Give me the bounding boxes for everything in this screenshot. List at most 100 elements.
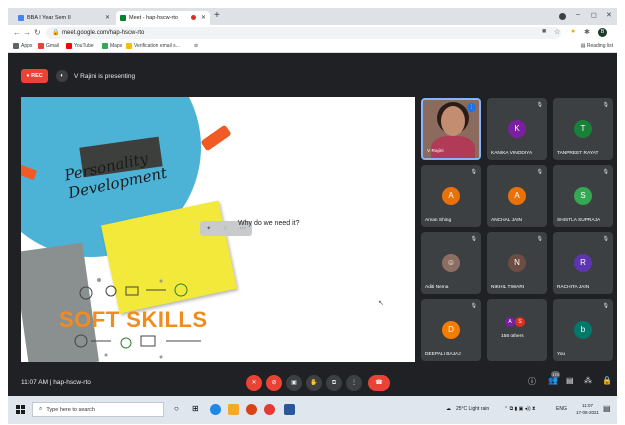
participant-name: KANIKA VINODIYA	[491, 151, 533, 156]
participant-name: Aditi Nema	[425, 285, 449, 290]
participant-tile-self[interactable]: ⋮ V Rajini	[421, 98, 481, 160]
participant-tile[interactable]: 🎙 D DEEPALI BAJAJ	[421, 299, 481, 361]
word-icon[interactable]	[284, 404, 295, 415]
info-icon[interactable]: ⓘ	[528, 376, 536, 387]
participant-tile-you[interactable]: 🎙 b You	[553, 299, 613, 361]
meet-controls-bar: 11:07 AM | hap-hscw-rto ✕ ⊘ ▣ ✋ ⧉ ⋮ ☎ ⓘ …	[8, 371, 617, 396]
mic-off-icon: 🎙	[470, 236, 477, 242]
people-icon[interactable]: 👥	[548, 376, 558, 385]
language-indicator[interactable]: ENG	[556, 406, 567, 412]
maximize-icon[interactable]: ◻	[591, 11, 597, 19]
taskbar-clock[interactable]: 11:07 17-08-2021	[576, 402, 599, 416]
search-placeholder: Type here to search	[46, 406, 95, 413]
minimize-icon[interactable]: –	[576, 11, 580, 18]
present-button[interactable]: ⧉	[326, 375, 342, 391]
participant-name: SHISTLA SUPRAJA	[557, 218, 601, 223]
others-count: 158 others	[501, 334, 524, 339]
task-view-icon[interactable]: ⊞	[192, 404, 203, 415]
tab-bba[interactable]: BBA I Year Sem II ✕	[14, 11, 114, 25]
soft-skills-icons-bottom	[74, 334, 201, 359]
close-window-icon[interactable]: ✕	[606, 11, 612, 19]
reload-icon[interactable]: ↻	[34, 28, 41, 37]
cortana-icon[interactable]: ○	[174, 404, 185, 415]
app-icon[interactable]	[246, 404, 257, 415]
bookmark-maps[interactable]: Maps	[102, 43, 122, 49]
participant-tile[interactable]: 🎙 A ANCHAL JAIN	[487, 165, 547, 227]
weather-icon[interactable]: ☁	[446, 406, 451, 412]
camera-icon[interactable]: ■	[542, 28, 546, 35]
verification-icon	[126, 43, 132, 49]
camera-toggle-button[interactable]: ⊘	[266, 375, 282, 391]
lock-meeting-icon[interactable]: 🔒	[602, 376, 612, 385]
tab-meet[interactable]: Meet - hap-hscw-rto ✕	[116, 11, 210, 25]
tray-icons[interactable]: ⌃ ⧉ ▮ ▣ ◂)) ⧗	[504, 406, 536, 412]
avatar: A	[505, 317, 515, 327]
participant-name: You	[557, 352, 566, 357]
avatar: R	[574, 254, 592, 272]
reading-list[interactable]: ▤ Reading list	[581, 43, 613, 49]
mic-off-icon: 🎙	[470, 169, 477, 175]
participant-tile[interactable]: 🎙 K KANIKA VINODIYA	[487, 98, 547, 160]
chrome-icon[interactable]	[264, 404, 275, 415]
presenter-text: V Rajini is presenting	[74, 73, 136, 80]
raise-hand-button[interactable]: ✋	[306, 375, 322, 391]
extension-icon[interactable]: ●	[571, 28, 575, 35]
avatar: K	[508, 120, 526, 138]
participant-name: NIKHIL TIWARI	[491, 285, 525, 290]
avatar: A	[508, 187, 526, 205]
participant-tile[interactable]: 🎙 R RACHITA JAIN	[553, 232, 613, 294]
star-icon[interactable]: ☆	[554, 28, 560, 36]
apps-icon	[13, 43, 19, 49]
end-call-button[interactable]: ☎	[368, 375, 390, 391]
avatar-photo: ☺	[442, 254, 460, 272]
more-options-button[interactable]: ⋮	[346, 375, 362, 391]
mic-off-icon: 🎙	[602, 303, 609, 309]
windows-start-icon[interactable]	[16, 405, 25, 414]
avatar: S	[574, 187, 592, 205]
notification-icon[interactable]: ▤	[603, 404, 611, 413]
participant-name: TANPREET RAYAT	[557, 151, 599, 156]
chat-icon[interactable]: ▤	[566, 376, 574, 385]
mic-off-icon: 🎙	[536, 169, 543, 175]
presenting-icon: ◐	[56, 70, 68, 82]
puzzle-icon[interactable]: ✱	[584, 28, 590, 36]
forward-icon[interactable]: →	[23, 28, 31, 37]
search-icon: ⌕	[39, 406, 43, 412]
bookmark-youtube[interactable]: YouTube	[66, 43, 94, 49]
maps-icon	[102, 43, 108, 49]
url-field[interactable]: 🔒 meet.google.com/hap-hscw-rto	[46, 27, 561, 39]
new-tab-button[interactable]: +	[214, 10, 220, 21]
mute-icon[interactable]: ◌	[224, 226, 228, 232]
taskbar-search-input[interactable]: ⌕ Type here to search	[32, 402, 164, 417]
mic-toggle-button[interactable]: ✕	[246, 375, 262, 391]
file-explorer-icon[interactable]	[228, 404, 239, 415]
activities-icon[interactable]: ⁂	[584, 376, 592, 385]
mic-off-icon: 🎙	[602, 102, 609, 108]
bookmark-gmail[interactable]: Gmail	[38, 43, 59, 49]
bookmark-more-icon[interactable]: ⊘	[194, 43, 198, 49]
mic-off-icon: 🎙	[470, 303, 477, 309]
participant-name: RACHITA JAIN	[557, 285, 590, 290]
captions-button[interactable]: ▣	[286, 375, 302, 391]
avatar: A	[442, 187, 460, 205]
participant-tile[interactable]: 🎙 A Aman Shing	[421, 165, 481, 227]
participant-tile[interactable]: 🎙 T TANPREET RAYAT	[553, 98, 613, 160]
back-icon[interactable]: ←	[13, 28, 21, 37]
bookmark-verification[interactable]: Verification email s...	[126, 43, 180, 49]
participant-name: DEEPALI BAJAJ	[425, 352, 461, 357]
account-icon[interactable]	[559, 13, 566, 20]
lock-icon: 🔒	[52, 30, 60, 36]
close-icon[interactable]: ✕	[105, 14, 110, 21]
participant-tile[interactable]: 🎙 S SHISTLA SUPRAJA	[553, 165, 613, 227]
pin-icon[interactable]: ✦	[206, 225, 211, 232]
close-icon[interactable]: ✕	[201, 14, 206, 21]
participant-tile[interactable]: 🎙 ☺ Aditi Nema	[421, 232, 481, 294]
gmail-icon	[38, 43, 44, 49]
browser-tab-strip: BBA I Year Sem II ✕ Meet - hap-hscw-rto …	[8, 8, 617, 25]
edge-icon[interactable]	[210, 404, 221, 415]
participant-tile[interactable]: 🎙 N NIKHIL TIWARI	[487, 232, 547, 294]
bookmark-apps[interactable]: Apps	[13, 43, 32, 49]
weather-text[interactable]: 25°C Light rain	[456, 406, 489, 412]
others-tile[interactable]: A S 158 others	[487, 299, 547, 361]
profile-avatar[interactable]: B	[598, 28, 607, 37]
